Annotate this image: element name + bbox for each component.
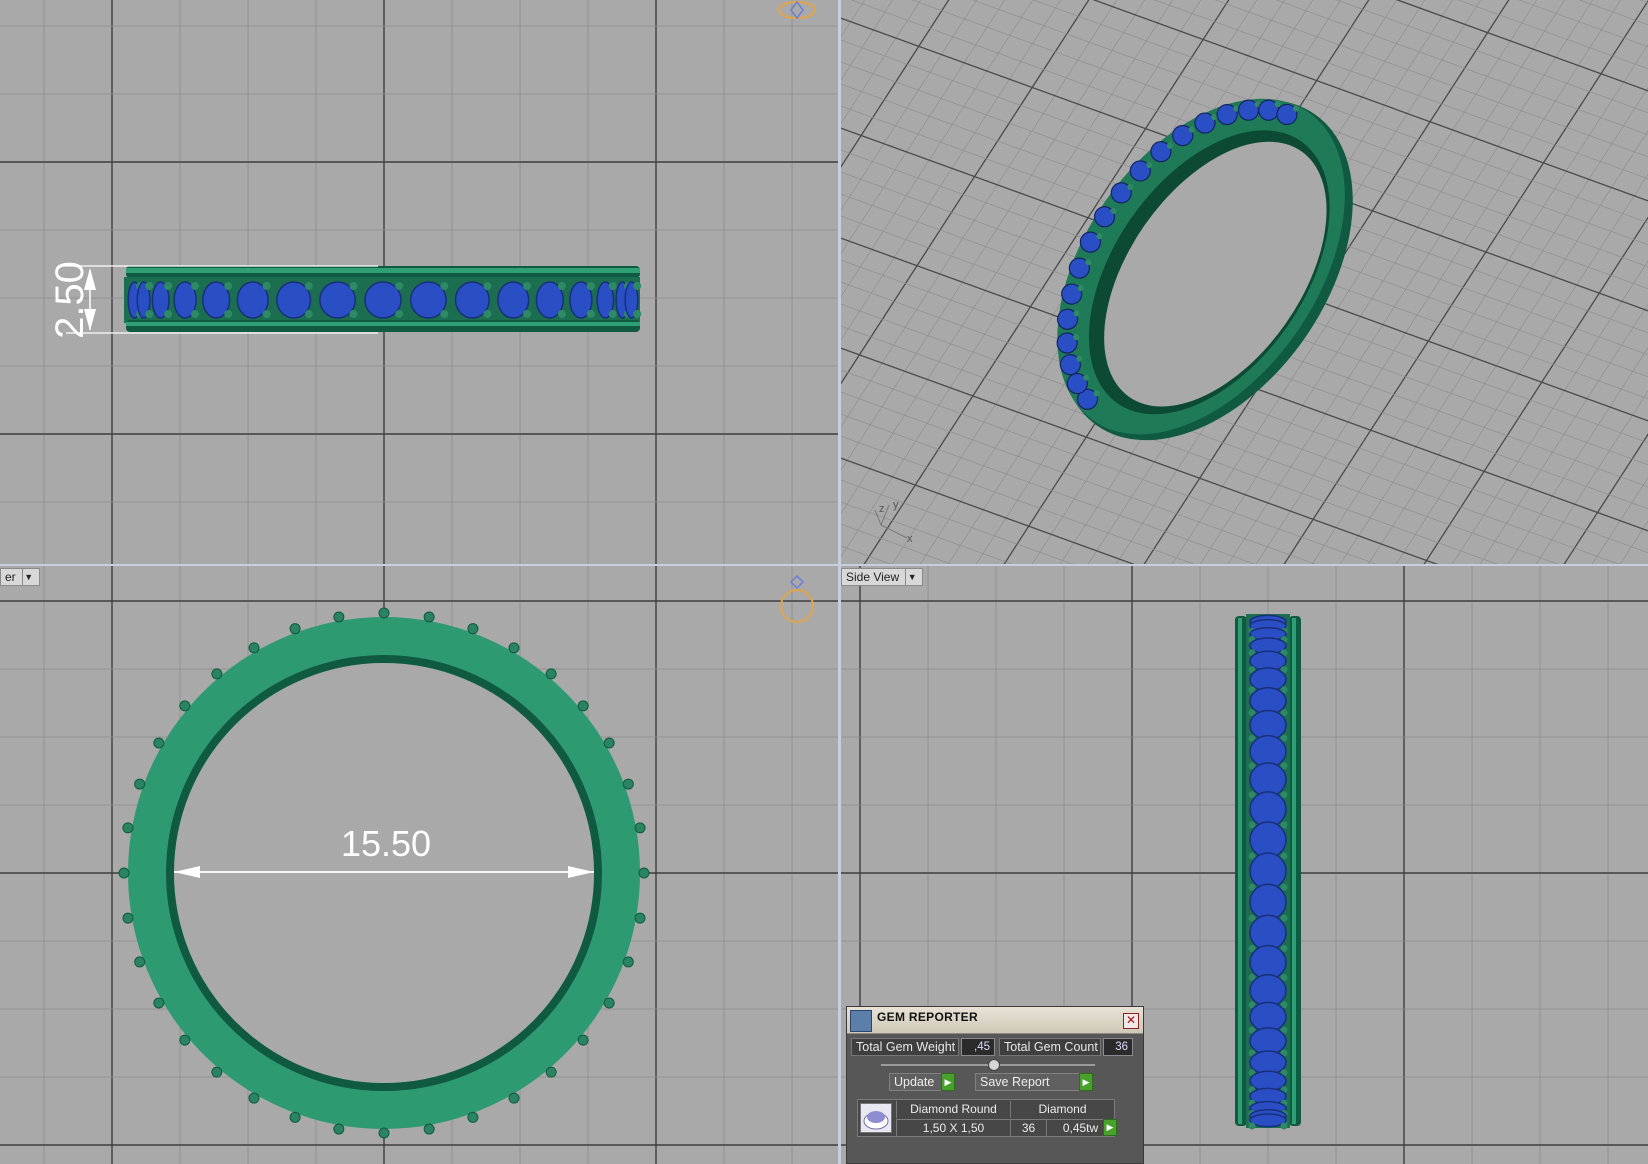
- total-gem-weight-label: Total Gem Weight: [851, 1038, 959, 1056]
- save-report-button-label: Save Report: [980, 1075, 1050, 1089]
- top-view-label-text: er: [5, 570, 16, 584]
- viewport-divider-horizontal[interactable]: [0, 564, 1648, 566]
- update-button[interactable]: Update ▶: [889, 1073, 955, 1091]
- inner-diameter-label: 15.50: [341, 823, 431, 864]
- play-arrow-icon[interactable]: ▶: [1079, 1073, 1093, 1091]
- view-gizmo-icon[interactable]: [780, 574, 814, 623]
- close-icon[interactable]: ✕: [1123, 1013, 1139, 1029]
- update-button-label: Update: [894, 1075, 935, 1089]
- panel-slider-handle[interactable]: [988, 1059, 1000, 1071]
- axis-z-label: z: [879, 503, 885, 515]
- perspective-view-scene: x y z: [841, 0, 1648, 564]
- gem-reporter-logo-icon: [850, 1010, 872, 1032]
- height-dimension-label: 2.50: [48, 261, 92, 339]
- front-view-scene: 2.50: [0, 0, 838, 564]
- axis-x-label: x: [907, 533, 913, 545]
- chevron-down-icon[interactable]: ▼: [905, 569, 918, 585]
- gem-reporter-titlebar[interactable]: GEM REPORTER ✕: [847, 1007, 1143, 1034]
- view-gizmo-icon[interactable]: [778, 0, 816, 20]
- gem-reporter-panel: GEM REPORTER ✕ Total Gem Weight ,45 Tota…: [846, 1006, 1144, 1164]
- side-view-label[interactable]: Side View ▼: [841, 568, 924, 586]
- perspective-viewport[interactable]: x y z: [841, 0, 1648, 564]
- save-report-button[interactable]: Save Report ▶: [975, 1073, 1093, 1091]
- top-view-label[interactable]: er ▼: [0, 568, 40, 586]
- gem-size-cell: 1,50 X 1,50: [896, 1119, 1010, 1136]
- play-arrow-icon[interactable]: ▶: [941, 1073, 955, 1091]
- side-gem-column: [1248, 614, 1288, 1130]
- gem-name-cell: Diamond Round: [896, 1101, 1010, 1118]
- gem-material-cell: Diamond: [1010, 1101, 1114, 1118]
- gem-count-cell: 36: [1010, 1119, 1046, 1136]
- diamond-gem-thumbnail-icon: [860, 1103, 892, 1133]
- chevron-down-icon[interactable]: ▼: [21, 569, 35, 585]
- total-gem-weight-value: ,45: [961, 1038, 995, 1056]
- total-gem-count-label: Total Gem Count: [999, 1038, 1101, 1056]
- ring-side-model: [1235, 614, 1301, 1130]
- axis-y-label: y: [893, 499, 899, 511]
- front-viewport[interactable]: 2.50: [0, 0, 838, 564]
- viewport-divider-vertical[interactable]: [838, 0, 841, 1164]
- play-arrow-icon[interactable]: ▶: [1103, 1119, 1117, 1136]
- ring-front-model: [124, 266, 642, 332]
- top-view-scene: 15.50: [0, 566, 838, 1164]
- gem-list-item[interactable]: Diamond Round Diamond 1,50 X 1,50 36 0,4…: [857, 1099, 1115, 1137]
- top-viewport[interactable]: 15.50 er ▼: [0, 566, 838, 1164]
- side-view-label-text: Side View: [846, 570, 900, 584]
- gem-reporter-title: GEM REPORTER: [877, 1010, 978, 1024]
- total-gem-count-value: 36: [1103, 1038, 1133, 1056]
